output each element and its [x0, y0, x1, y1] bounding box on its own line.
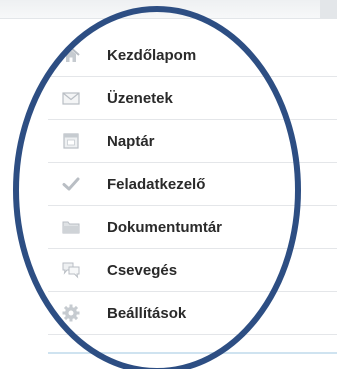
sidebar-item-csevegés[interactable]: Csevegés — [48, 249, 337, 292]
gear-icon — [62, 304, 80, 322]
sidebar-item-label: Dokumentumtár — [107, 218, 223, 236]
sidebar-item-label: Feladatkezelő — [107, 175, 206, 193]
sidebar-item-label: Üzenetek — [107, 89, 173, 107]
home-icon — [62, 46, 80, 64]
sidebar-item-label: Naptár — [107, 132, 155, 150]
top-header-band — [0, 0, 337, 19]
sidebar-item-feladatkezelo[interactable]: Feladatkezelő — [48, 163, 337, 206]
sidebar-item-dokumentumtar[interactable]: Dokumentumtár — [48, 206, 337, 249]
bottom-divider — [48, 352, 337, 354]
sidebar-item-label: Kezdőlapom — [107, 46, 197, 64]
sidebar-item-kezdolapom[interactable]: Kezdőlapom — [48, 34, 337, 77]
sidebar-item-label: Beállítások — [107, 304, 187, 322]
sidebar-item-uzenetek[interactable]: Üzenetek — [48, 77, 337, 120]
sidebar-item-label: Csevegés — [107, 261, 178, 279]
sidebar-item-naptar[interactable]: Naptár — [48, 120, 337, 163]
checkmark-icon — [62, 175, 80, 193]
envelope-icon — [62, 89, 80, 107]
chat-bubbles-icon — [62, 261, 80, 279]
folder-icon — [62, 218, 80, 236]
top-right-corner — [320, 0, 337, 18]
app-page: Kezdőlapom Üzenetek Naptár Feladatkezelő… — [0, 0, 337, 369]
calendar-icon — [62, 132, 80, 150]
sidebar-nav: Kezdőlapom Üzenetek Naptár Feladatkezelő… — [48, 34, 337, 335]
sidebar-item-beallitasok[interactable]: Beállítások — [48, 292, 337, 335]
